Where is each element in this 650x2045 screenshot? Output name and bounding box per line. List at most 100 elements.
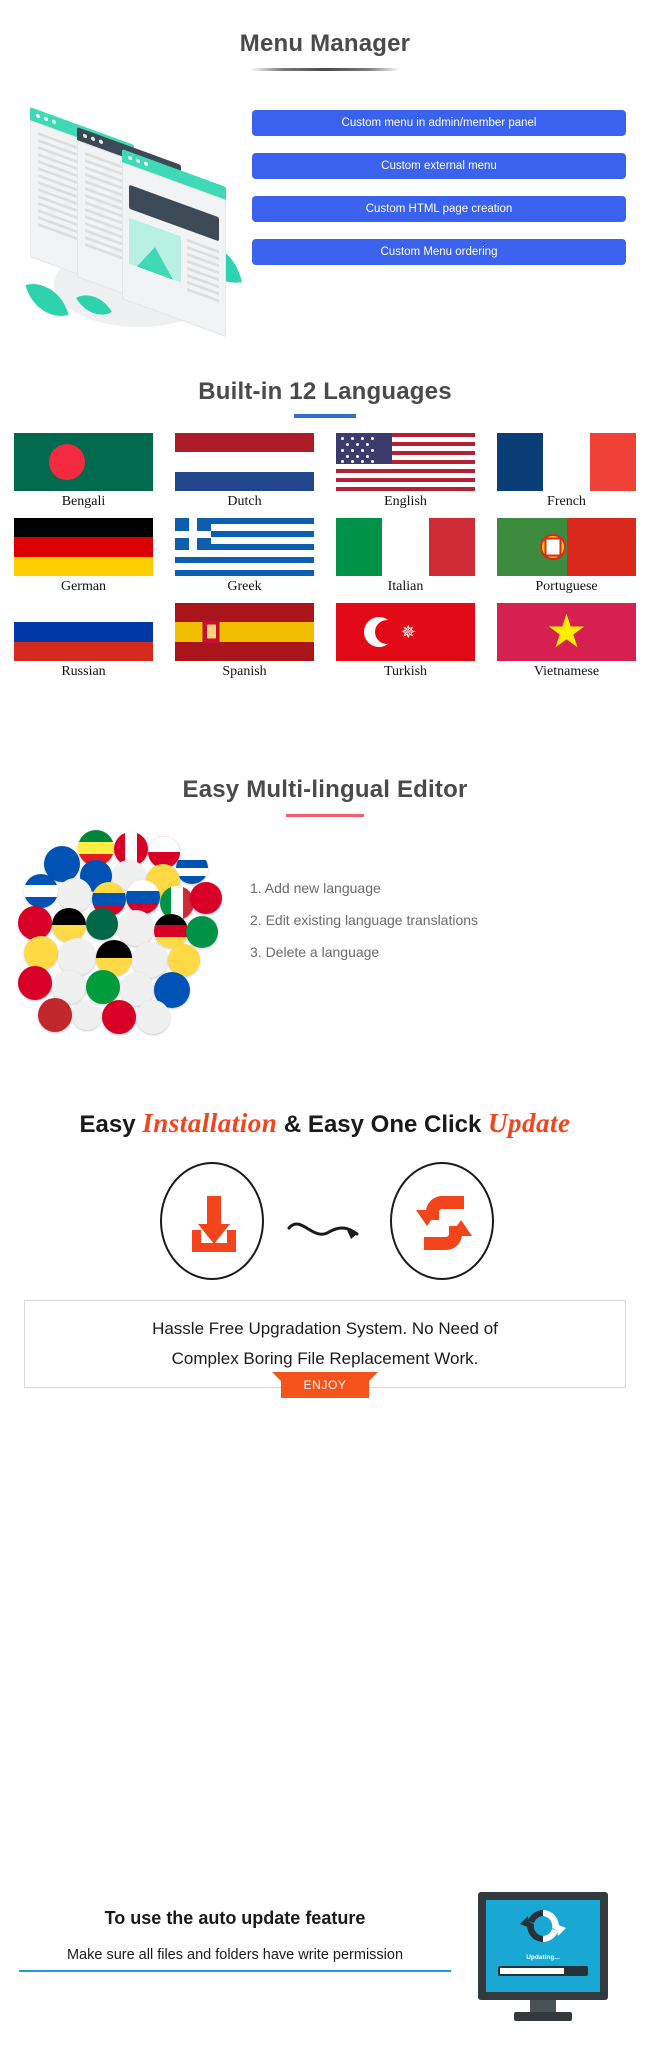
page-title: Menu Manager <box>239 30 411 57</box>
portugal-flag-icon <box>497 518 636 576</box>
flag-circle-icon <box>18 906 52 940</box>
flag-circle-icon <box>24 874 58 908</box>
installation-headline: Easy Installation & Easy One Click Updat… <box>0 1090 650 1139</box>
language-label: Greek <box>227 579 262 594</box>
language-label: Bengali <box>61 494 106 509</box>
monitor-status-label: Updating... <box>526 1954 560 1961</box>
italy-flag-icon <box>336 518 475 576</box>
flag-circle-icon <box>52 908 86 942</box>
download-icon <box>192 1196 236 1252</box>
feature-button-list: Custom menu in admin/member panel Custom… <box>252 110 626 282</box>
enjoy-ribbon-wrap: ENJOY <box>0 1372 650 1398</box>
language-item-turkish: ✵ Turkish <box>336 603 475 680</box>
flag-circle-icon <box>72 1000 102 1030</box>
flag-circle-icon <box>18 966 52 1000</box>
title-divider <box>250 68 400 71</box>
language-item-bengali: Bengali <box>14 433 153 510</box>
vietnam-flag-icon: ★ <box>497 603 636 661</box>
language-item-greek: Greek <box>175 518 314 595</box>
language-flag-grid: Bengali Dutch English French German Gree… <box>14 433 636 680</box>
language-label: Russian <box>61 664 106 679</box>
flag-circle-icon <box>86 908 118 940</box>
language-item-portuguese: Portuguese <box>497 518 636 595</box>
flag-circle-icon <box>86 970 120 1004</box>
editor-title-block: Easy Multi-lingual Editor <box>0 768 650 817</box>
monitor-frame: Updating... <box>478 1892 608 2000</box>
language-item-russian: Russian <box>14 603 153 680</box>
language-item-vietnamese: ★ Vietnamese <box>497 603 636 680</box>
menu-manager-title-block: Menu Manager <box>0 0 650 71</box>
language-label: German <box>60 579 107 594</box>
language-item-german: German <box>14 518 153 595</box>
editor-title: Easy Multi-lingual Editor <box>182 776 468 803</box>
feature-button-custom-menu-admin[interactable]: Custom menu in admin/member panel <box>252 110 626 136</box>
language-label: English <box>384 494 427 509</box>
greece-flag-icon <box>175 518 314 576</box>
multilingual-editor-section: Easy Multi-lingual Editor 1. Add new lan… <box>0 768 650 1068</box>
turkey-flag-icon: ✵ <box>336 603 475 661</box>
flag-circle-icon <box>176 852 208 884</box>
monitor-screen: Updating... <box>486 1900 600 1992</box>
headline-part-1: Easy <box>79 1111 143 1138</box>
languages-title: Built-in 12 Languages <box>198 378 452 405</box>
editor-list-item: 2. Edit existing language translations <box>250 912 479 928</box>
flag-circle-icon <box>154 914 188 948</box>
flag-circle-icon <box>190 882 222 914</box>
editor-list-item: 1. Add new language <box>250 880 381 896</box>
feature-button-custom-menu-ordering[interactable]: Custom Menu ordering <box>252 239 626 265</box>
flag-circle-icon <box>118 910 154 946</box>
monitor-stand-base <box>514 2012 572 2021</box>
bangladesh-flag-icon <box>14 433 153 491</box>
flag-circle-icon <box>24 936 58 970</box>
languages-section: Built-in 12 Languages Bengali Dutch Engl… <box>0 378 650 718</box>
flag-circle-icon <box>38 998 72 1032</box>
language-item-dutch: Dutch <box>175 433 314 510</box>
auto-update-text-block: To use the auto update feature Make sure… <box>10 1908 460 1972</box>
france-flag-icon <box>497 433 636 491</box>
download-circle <box>160 1162 264 1280</box>
auto-update-subline: Make sure all files and folders have wri… <box>66 1947 404 1963</box>
flag-circle-icon <box>136 1000 170 1034</box>
arrow-squiggle-icon <box>287 1222 359 1239</box>
window-image-placeholder <box>129 217 181 283</box>
upgrade-line-1: Hassle Free Upgradation System. No Need … <box>152 1319 498 1339</box>
language-label: Turkish <box>383 664 428 679</box>
menu-manager-body: Custom menu in admin/member panel Custom… <box>0 107 650 340</box>
language-label: Italian <box>387 579 424 594</box>
flag-circle-icon <box>58 878 92 912</box>
language-item-spanish: Spanish <box>175 603 314 680</box>
language-item-english: English <box>336 433 475 510</box>
flag-circle-icon <box>126 880 160 914</box>
installation-update-section: Easy Installation & Easy One Click Updat… <box>0 1090 650 1398</box>
languages-title-divider <box>294 414 356 418</box>
editor-body: 1. Add new language 2. Edit existing lan… <box>0 830 650 1060</box>
russia-flag-icon <box>14 603 153 661</box>
language-label: French <box>547 494 586 509</box>
germany-flag-icon <box>14 518 153 576</box>
headline-installation: Installation <box>142 1108 278 1138</box>
feature-button-custom-html-page[interactable]: Custom HTML page creation <box>252 196 626 222</box>
upgrade-line-2: Complex Boring File Replacement Work. <box>171 1349 479 1368</box>
language-label: Portuguese <box>535 579 598 594</box>
auto-update-divider <box>19 1970 451 1972</box>
usa-flag-icon <box>336 433 475 491</box>
upgrade-info-text: Hassle Free Upgradation System. No Need … <box>152 1314 498 1374</box>
auto-update-headline: To use the auto update feature <box>104 1908 366 1928</box>
feature-button-custom-external-menu[interactable]: Custom external menu <box>252 153 626 179</box>
enjoy-button[interactable]: ENJOY <box>272 1372 378 1398</box>
refresh-icon <box>416 1196 472 1250</box>
language-label: Spanish <box>222 664 267 679</box>
menu-manager-section: Menu Manager Custom menu in admin/member… <box>0 0 650 370</box>
netherlands-flag-icon <box>175 433 314 491</box>
update-circle <box>390 1162 494 1280</box>
install-update-icons <box>0 1162 650 1297</box>
window-text-lines <box>187 238 219 307</box>
progress-bar-fill <box>563 1968 586 1974</box>
language-label: Vietnamese <box>533 664 600 679</box>
language-item-french: French <box>497 433 636 510</box>
spain-flag-icon <box>175 603 314 661</box>
editor-list-item: 3. Delete a language <box>250 944 380 960</box>
headline-part-2: & Easy One Click <box>277 1111 489 1138</box>
browser-windows-illustration <box>22 107 242 337</box>
language-label: Dutch <box>227 494 262 509</box>
